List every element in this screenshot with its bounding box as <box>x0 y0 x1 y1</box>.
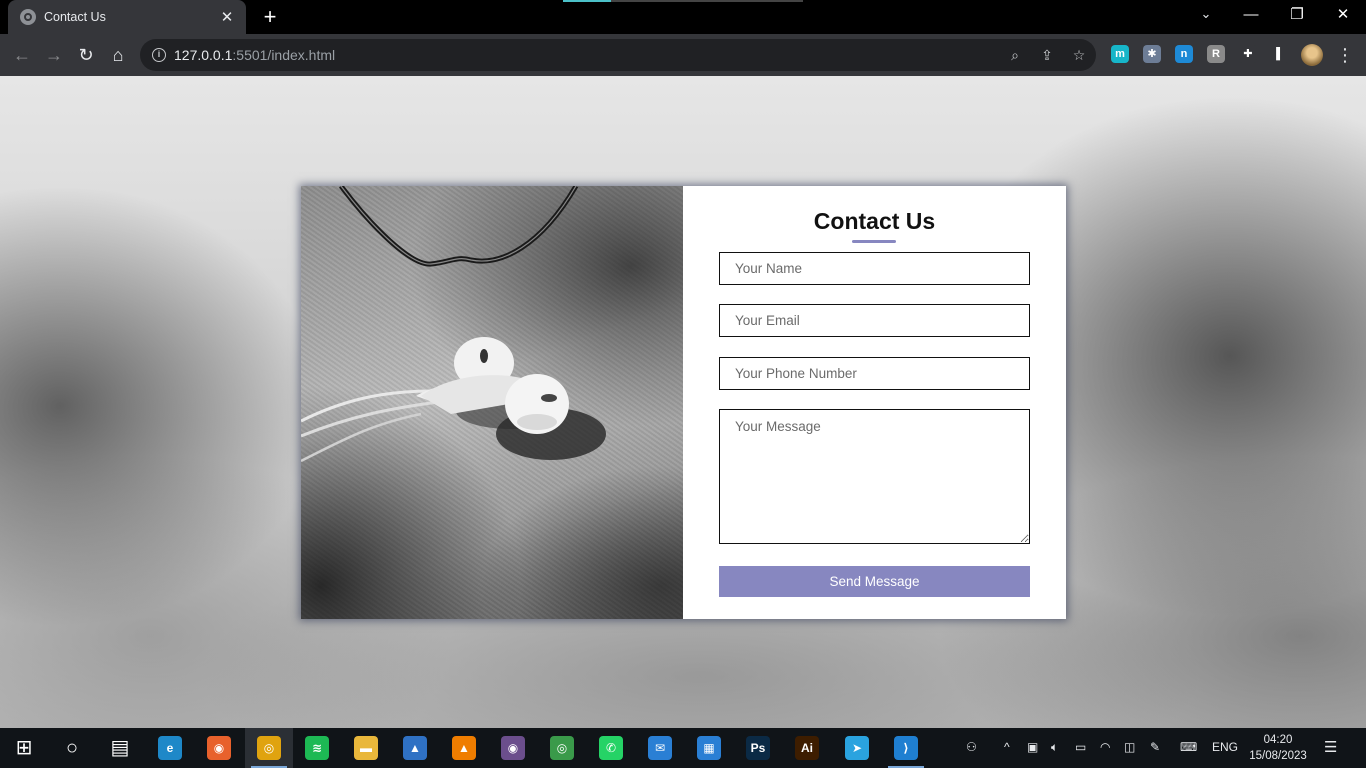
firefox-icon[interactable]: ◉ <box>207 736 231 760</box>
task-view-icon[interactable]: ▤ <box>108 736 132 760</box>
r-extension-icon[interactable]: R <box>1207 45 1225 63</box>
close-window-button[interactable]: ✕ <box>1320 0 1366 30</box>
start-icon[interactable]: ⊞ <box>12 736 36 760</box>
wifi-icon[interactable]: ◠ <box>1100 740 1110 754</box>
clock-time: 04:20 <box>1263 734 1293 746</box>
whatsapp-icon[interactable]: ✆ <box>599 736 623 760</box>
url-host: 127.0.0.1 <box>174 47 233 63</box>
taskbar-clock[interactable]: 04:20 15/08/2023 <box>1244 732 1312 764</box>
send-message-button[interactable]: Send Message <box>719 566 1030 597</box>
clock-date: 15/08/2023 <box>1249 750 1307 762</box>
earphones-photo <box>301 186 683 619</box>
show-hidden-icons[interactable]: ^ <box>1004 740 1010 754</box>
browser-title-bar: Contact Us ✕ + ⌄ — ❐ ✕ <box>0 0 1366 34</box>
n-extension-icon[interactable]: n <box>1175 45 1193 63</box>
browser-menu-icon[interactable]: ⋮ <box>1336 44 1354 66</box>
keyboard-icon[interactable]: ⌨ <box>1180 740 1197 754</box>
battery-icon[interactable]: ▭ <box>1075 740 1086 754</box>
email-field[interactable] <box>719 304 1030 337</box>
browser-toolbar: ← → ↻ ⌂ i 127.0.0.1 :5501/index.html ⌕ ⇪… <box>0 34 1366 76</box>
minimize-button[interactable]: — <box>1228 0 1274 30</box>
spotify-icon[interactable]: ≋ <box>305 736 329 760</box>
volume-icon[interactable]: 🔈︎ <box>1051 740 1058 755</box>
share-icon[interactable]: ⇪ <box>1038 46 1056 64</box>
chrome-icon[interactable]: ◎ <box>257 736 281 760</box>
chrome-profile-icon[interactable]: ◎ <box>550 736 574 760</box>
vscode-icon[interactable]: ⟩ <box>894 736 918 760</box>
groove-icon[interactable]: ◉ <box>501 736 525 760</box>
tab-close-icon[interactable]: ✕ <box>218 8 236 26</box>
search-icon[interactable]: ○ <box>60 736 84 760</box>
new-tab-button[interactable]: + <box>258 5 282 29</box>
mail-icon[interactable]: ✉ <box>648 736 672 760</box>
photos-icon[interactable]: ▲ <box>403 736 427 760</box>
home-button[interactable]: ⌂ <box>105 42 131 68</box>
vlc-icon[interactable]: ▲ <box>452 736 476 760</box>
meet-now-icon[interactable]: ▣ <box>1027 740 1038 754</box>
store-icon[interactable]: ▦ <box>697 736 721 760</box>
tab-title: Contact Us <box>44 10 106 24</box>
tab-search-icon[interactable]: ⌄ <box>1196 6 1216 26</box>
puzzle-extension-icon[interactable]: ✱ <box>1143 45 1161 63</box>
address-bar[interactable]: i 127.0.0.1 :5501/index.html ⌕ ⇪ ☆ <box>140 39 1096 71</box>
people-icon[interactable]: ⚇ <box>966 740 977 754</box>
language-indicator[interactable]: ENG <box>1212 740 1238 754</box>
profile-avatar[interactable] <box>1301 44 1323 66</box>
telegram-icon[interactable]: ➤ <box>845 736 869 760</box>
page-title: Contact Us <box>813 208 936 234</box>
restore-button[interactable]: ❐ <box>1274 0 1320 30</box>
zoom-icon[interactable]: ⌕ <box>1006 46 1024 64</box>
loading-indicator <box>563 0 803 2</box>
globe-icon <box>20 9 36 25</box>
browser-tab[interactable]: Contact Us ✕ <box>8 0 246 34</box>
illustrator-icon[interactable]: Ai <box>795 736 819 760</box>
forward-button[interactable]: → <box>41 42 67 68</box>
windows-taskbar: ⊞ ○ ▤ e ◉ ◎ ≋ ▬ ▲ ▲ ◉ ◎ ✆ ✉ ▦ Ps Ai ➤ ⟩ ⚇ ^ ▣ 🔈︎ ▭ ◠ ◫ ✎ ⌨… <box>0 728 1366 768</box>
metamask-extension-icon[interactable]: m <box>1111 45 1129 63</box>
file-explorer-icon[interactable]: ▬ <box>354 736 378 760</box>
photoshop-icon[interactable]: Ps <box>746 736 770 760</box>
contact-card: Contact Us Send Message <box>301 186 1066 619</box>
phone-field[interactable] <box>719 357 1030 390</box>
reload-button[interactable]: ↻ <box>73 42 99 68</box>
notification-icon[interactable]: ☰ <box>1324 738 1337 756</box>
name-field[interactable] <box>719 252 1030 285</box>
edge-icon[interactable]: e <box>158 736 182 760</box>
contact-form: Contact Us Send Message <box>683 186 1066 619</box>
url-path: :5501/index.html <box>232 47 336 63</box>
page-viewport: Contact Us Send Message <box>0 76 1366 728</box>
back-button[interactable]: ← <box>9 42 35 68</box>
pen-icon[interactable]: ✎ <box>1150 740 1160 754</box>
extensions-icon[interactable]: ✚ <box>1239 45 1257 63</box>
side-panel-icon[interactable]: ▌ <box>1271 45 1289 63</box>
star-icon[interactable]: ☆ <box>1070 46 1088 64</box>
message-field[interactable] <box>719 409 1030 544</box>
device-icon[interactable]: ◫ <box>1124 740 1135 754</box>
site-info-icon[interactable]: i <box>152 48 166 62</box>
title-underline <box>852 240 896 243</box>
